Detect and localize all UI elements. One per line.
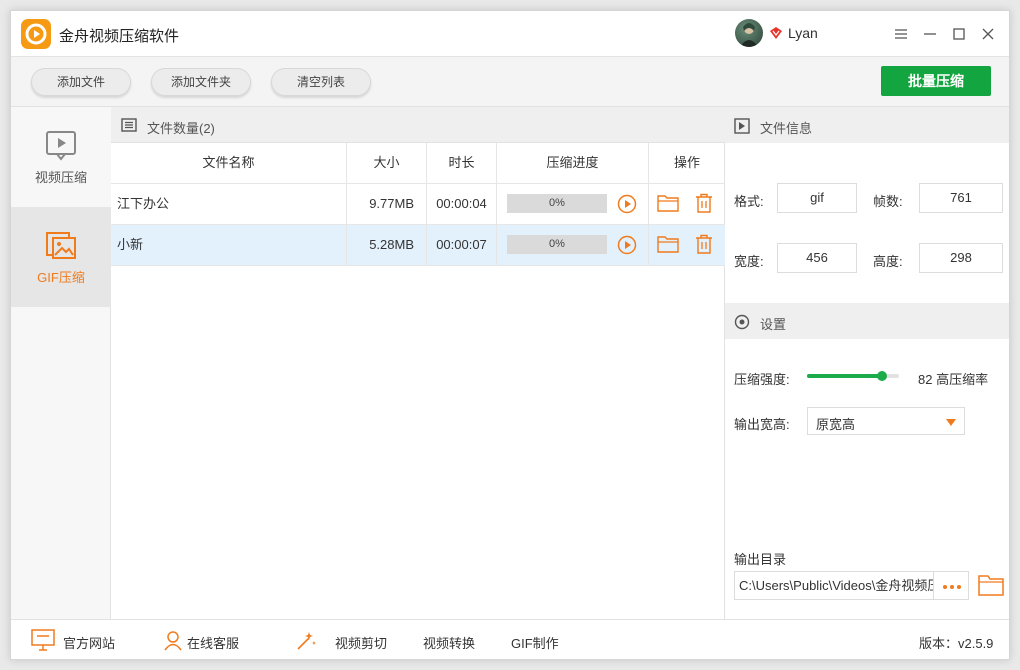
width-value: 456 (777, 243, 857, 273)
table-row[interactable]: 小新 5.28MB 00:00:07 0% (111, 225, 725, 266)
file-count: 文件数量(2) (147, 121, 215, 136)
user-name[interactable]: Lyan (788, 25, 818, 41)
height-value: 298 (919, 243, 1003, 273)
column-header-name: 文件名称 (111, 143, 347, 183)
play-icon[interactable] (617, 235, 637, 255)
open-folder-icon[interactable] (657, 235, 679, 253)
width-label: 宽度: (734, 254, 764, 269)
more-dots-icon (957, 585, 961, 589)
app-title: 金舟视频压缩软件 (59, 28, 180, 45)
maximize-icon (953, 28, 965, 40)
frames-label: 帧数: (873, 194, 903, 209)
progress-bar: 0% (507, 235, 607, 254)
strength-slider-fill (807, 374, 882, 378)
settings-title: 设置 (760, 317, 787, 332)
close-button[interactable] (975, 21, 1001, 47)
video-cut-link[interactable]: 视频剪切 (335, 633, 387, 652)
actions-cell (649, 184, 725, 224)
file-duration: 00:00:07 (427, 225, 497, 265)
progress-bar: 0% (507, 194, 607, 213)
nav-label-gif-compress: GIF压缩 (37, 270, 85, 285)
video-convert-link[interactable]: 视频转换 (423, 633, 475, 652)
table-header-row: 文件名称 大小 时长 压缩进度 操作 (111, 143, 725, 184)
trash-icon[interactable] (695, 234, 713, 254)
file-size: 5.28MB (347, 225, 427, 265)
open-output-folder-icon[interactable] (978, 574, 1004, 596)
more-dots-icon (943, 585, 947, 589)
settings-radio-icon (734, 314, 750, 330)
app-window: 金舟视频压缩软件 Lyan 添加文件 添加文件夹 清空列表 批量压缩 视频压缩 … (10, 10, 1010, 660)
nav-label-video-compress: 视频压缩 (34, 170, 87, 185)
file-info-icon (734, 118, 750, 134)
batch-compress-button[interactable]: 批量压缩 (881, 66, 991, 96)
menu-icon (895, 29, 907, 39)
title-bar: 金舟视频压缩软件 Lyan (11, 11, 1009, 57)
strength-value: 82 高压缩率 (918, 372, 989, 387)
file-info-header: 文件信息 (725, 107, 1009, 143)
file-info-title: 文件信息 (760, 121, 813, 136)
trash-icon[interactable] (695, 193, 713, 213)
column-header-actions: 操作 (673, 155, 700, 170)
nav-item-video-compress[interactable]: 视频压缩 (11, 107, 111, 207)
output-size-select[interactable]: 原宽高 (807, 407, 965, 435)
format-label: 格式: (734, 194, 764, 209)
column-header-progress: 压缩进度 (497, 143, 649, 183)
file-name: 江下办公 (111, 184, 347, 224)
height-label: 高度: (873, 254, 903, 269)
output-dir-input[interactable]: C:\Users\Public\Videos\金舟视频压缩软件 (734, 571, 934, 600)
output-dir-label: 输出目录 (734, 552, 787, 567)
play-icon[interactable] (617, 194, 637, 214)
file-name: 小新 (111, 225, 347, 265)
toolbar: 添加文件 添加文件夹 清空列表 批量压缩 (11, 57, 1009, 107)
actions-cell (649, 225, 725, 265)
gif-make-link[interactable]: GIF制作 (511, 633, 559, 652)
avatar[interactable] (735, 19, 763, 47)
image-icon (46, 232, 76, 259)
online-support-link[interactable]: 在线客服 (187, 633, 239, 652)
strength-slider[interactable] (807, 371, 899, 381)
file-list-panel: 文件数量(2) 文件名称 大小 时长 压缩进度 操作 江下办公 9.77MB 0… (111, 107, 725, 619)
frames-value: 761 (919, 183, 1003, 213)
minimize-icon (924, 33, 936, 35)
file-duration: 00:00:04 (427, 184, 497, 224)
add-file-button[interactable]: 添加文件 (31, 68, 131, 96)
progress-cell: 0% (497, 225, 649, 265)
vip-badge-icon (769, 26, 783, 43)
app-logo-icon (21, 19, 51, 49)
strength-slider-handle[interactable] (877, 371, 887, 381)
settings-header: 设置 (725, 303, 1009, 339)
list-icon (121, 118, 137, 132)
menu-button[interactable] (888, 21, 914, 47)
column-header-duration: 时长 (427, 143, 497, 183)
official-website-link[interactable]: 官方网站 (63, 633, 115, 652)
output-size-label: 输出宽高: (734, 417, 790, 432)
format-value: gif (777, 183, 857, 213)
file-list-header: 文件数量(2) (111, 107, 725, 143)
maximize-button[interactable] (946, 21, 972, 47)
chevron-down-icon (946, 419, 956, 426)
browse-dir-button[interactable] (933, 571, 969, 600)
customer-service-icon (164, 631, 182, 651)
clear-list-button[interactable]: 清空列表 (271, 68, 371, 96)
more-dots-icon (950, 585, 954, 589)
add-folder-button[interactable]: 添加文件夹 (151, 68, 251, 96)
progress-cell: 0% (497, 184, 649, 224)
monitor-icon (31, 629, 55, 651)
footer: 官方网站 在线客服 视频剪切 视频转换 GIF制作 版本：v2.5.9 (11, 619, 1009, 659)
strength-label: 压缩强度: (734, 372, 790, 387)
magic-wand-icon (297, 632, 316, 650)
output-size-value: 原宽高 (816, 417, 856, 432)
video-play-icon (46, 131, 76, 161)
table-row[interactable]: 江下办公 9.77MB 00:00:04 0% (111, 184, 725, 225)
minimize-button[interactable] (917, 21, 943, 47)
column-header-size: 大小 (347, 143, 427, 183)
left-nav: 视频压缩 GIF压缩 (11, 107, 111, 619)
file-size: 9.77MB (347, 184, 427, 224)
right-panel: 文件信息 格式: gif 帧数: 761 宽度: 456 高度: 298 设置 … (725, 107, 1009, 619)
file-table: 文件名称 大小 时长 压缩进度 操作 江下办公 9.77MB 00:00:04 … (111, 143, 725, 266)
open-folder-icon[interactable] (657, 194, 679, 212)
version-label: 版本：v2.5.9 (919, 636, 994, 651)
nav-item-gif-compress[interactable]: GIF压缩 (11, 207, 111, 307)
close-icon (982, 28, 994, 40)
